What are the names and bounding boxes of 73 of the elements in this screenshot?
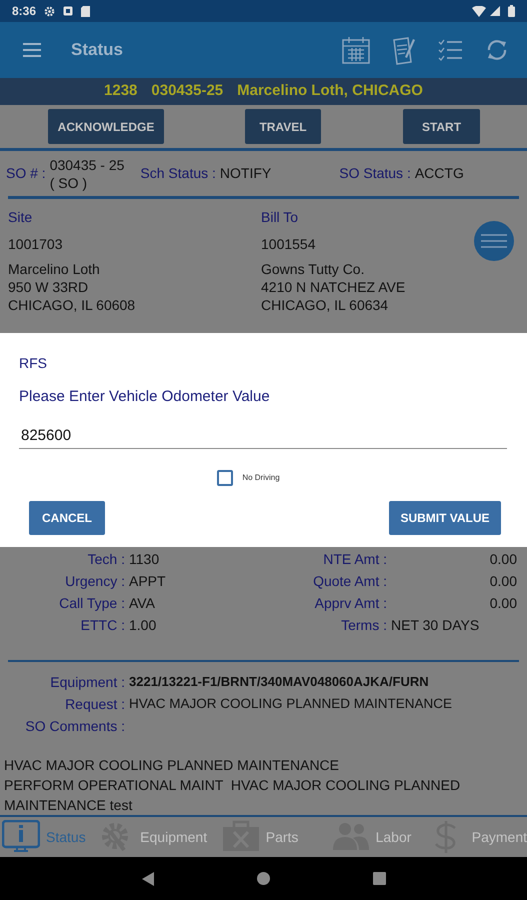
so-type: ( SO ) [50,174,88,192]
address-heading: Bill To [261,208,300,227]
address-line: CHICAGO, IL 60634 [261,296,390,314]
header-text: 030435-25 [151,81,224,102]
field-value: 0.00 [488,594,518,612]
field-label: Tech : [86,550,125,568]
field-value: HVAC MAJOR COOLING PLANNED MAINTENANCE [129,694,452,713]
battery-icon [508,5,515,17]
field-label: Quote Amt : [312,572,387,591]
header-text: 1238 [104,81,138,102]
field-value: AVA [129,594,156,612]
field-label: Call Type : [58,594,125,613]
field-value: 0.00 [488,572,518,590]
calendar-icon[interactable] [342,36,370,64]
address-line: 950 W 33RD [8,278,90,296]
sd-card-icon [81,6,90,16]
refresh-icon[interactable] [486,39,508,61]
so-label: SO # : [6,164,46,183]
address-line: 4210 N NATCHEZ AVE [261,278,406,296]
field-label: NTE Amt : [322,550,387,568]
sch-status-value: NOTIFY [220,164,272,183]
field-label: Terms : [340,616,387,634]
so-status-label: SO Status : [339,164,411,183]
dialog-title: RFS [19,354,48,373]
screen-title: Status [71,39,123,62]
comment-line: HVAC MAJOR COOLING PLANNED MAINTENANCE [4,756,340,775]
comment-line: PERFORM OPERATIONAL MAINT HVAC MAJOR COOLING PLANNED [4,776,462,795]
address-heading: Site [8,208,34,227]
field-label: SO Comments : [24,716,125,736]
field-label: ETTC : [80,616,125,634]
field-value: NET 30 DAYS [391,616,480,634]
action-button[interactable]: ACKNOWLEDGE [48,109,164,144]
field-label: Apprv Amt : [314,594,387,613]
dialog-button[interactable]: SUBMIT VALUE [389,500,501,534]
comment-line: MAINTENANCE test [4,796,134,815]
address-line: CHICAGO, IL 60608 [8,296,136,314]
back-icon[interactable] [142,872,154,886]
recents-icon[interactable] [372,872,386,885]
gear-icon [44,6,56,16]
field-value: 0.00 [488,550,518,568]
checkbox-label: No Driving [242,472,280,484]
dialog-button[interactable]: CANCEL [29,500,105,534]
monitor-info-icon [2,820,40,854]
menu-icon[interactable] [22,43,42,57]
signal-icon [490,6,500,16]
clock-time: 8:36 [12,3,36,20]
dialog-prompt: Please Enter Vehicle Odometer Value [19,387,271,407]
checkbox[interactable] [217,470,234,486]
field-label: Equipment : [49,672,125,692]
action-button[interactable]: START [403,109,480,144]
account-id: 1001554 [261,235,317,254]
field-value: APPT [129,572,167,590]
menu-button[interactable] [474,221,514,261]
checklist-icon[interactable] [438,39,462,61]
odometer-input[interactable]: 825600 [19,422,507,448]
field-value: 1.00 [129,616,158,634]
address-line: Marcelino Loth [8,260,101,278]
square-icon [63,6,74,16]
field-value: 3221/13221-F1/BRNT/340MAV048060AJKA/FURN [129,673,429,692]
so-status-value: ACCTG [414,164,464,183]
field-label: Request : [64,694,125,714]
action-button[interactable]: TRAVEL [245,109,321,144]
wifi-icon [472,6,486,16]
account-id: 1001703 [8,235,64,254]
so-number: 030435 - 25 [50,156,124,174]
clipboard-pen-icon[interactable] [391,35,415,65]
header-text: Marcelino Loth, CHICAGO [237,81,423,102]
home-icon[interactable] [256,872,270,885]
menu-icon [481,234,507,248]
address-line: Gowns Tutty Co. [261,260,366,278]
field-label: Urgency : [64,572,125,591]
sch-status-label: Sch Status : [140,164,216,183]
field-value: 1130 [129,550,160,568]
